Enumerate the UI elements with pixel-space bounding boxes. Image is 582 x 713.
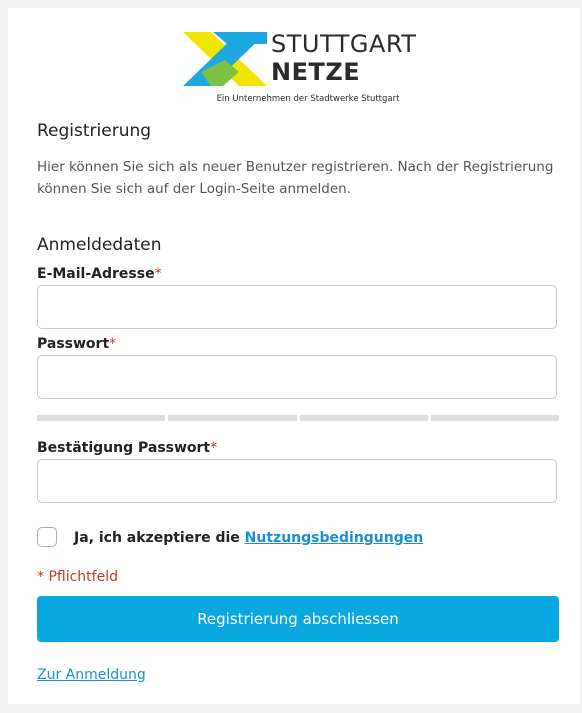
registration-card: STUTTGART NETZE Ein Unternehmen der Stad… [8, 8, 580, 704]
strength-segment [430, 415, 559, 421]
email-label: E-Mail-Adresse* [37, 266, 162, 282]
logo-x-icon [183, 32, 267, 86]
logo-wordmark-netze: NETZE [271, 58, 361, 86]
logo-tagline: Ein Unternehmen der Stadtwerke Stuttgart [216, 94, 400, 104]
strength-segment [37, 415, 166, 421]
strength-segment [299, 415, 428, 421]
password-field[interactable] [37, 355, 557, 399]
required-asterisk: * [154, 266, 162, 282]
password-label-text: Passwort [37, 336, 110, 352]
terms-checkbox[interactable] [37, 527, 57, 547]
required-asterisk: * [109, 336, 117, 352]
required-asterisk: * [210, 440, 218, 456]
confirm-password-label: Bestätigung Passwort* [37, 440, 217, 456]
mandatory-field-note: * Pflichtfeld [37, 569, 118, 585]
terms-label-text: Ja, ich akzeptiere die [74, 530, 245, 546]
password-label: Passwort* [37, 336, 116, 352]
email-field[interactable] [37, 285, 557, 329]
strength-segment [168, 415, 297, 421]
registration-heading: Registrierung [37, 121, 152, 141]
logo-wordmark-stuttgart: STUTTGART [271, 30, 417, 58]
confirm-password-field[interactable] [37, 459, 557, 503]
credentials-heading: Anmeldedaten [37, 235, 162, 255]
stuttgart-netze-logo: STUTTGART NETZE Ein Unternehmen der Stad… [183, 30, 433, 110]
password-strength-meter [37, 415, 559, 421]
complete-registration-button[interactable]: Registrierung abschliessen [37, 596, 559, 642]
confirm-password-label-text: Bestätigung Passwort [37, 440, 211, 456]
terms-link[interactable]: Nutzungsbedingungen [245, 530, 424, 546]
registration-intro: Hier können Sie sich als neuer Benutzer … [37, 159, 554, 197]
back-to-login-link[interactable]: Zur Anmeldung [37, 667, 146, 683]
terms-label: Ja, ich akzeptiere die Nutzungsbedingung… [74, 530, 423, 546]
email-label-text: E-Mail-Adresse [37, 266, 155, 282]
